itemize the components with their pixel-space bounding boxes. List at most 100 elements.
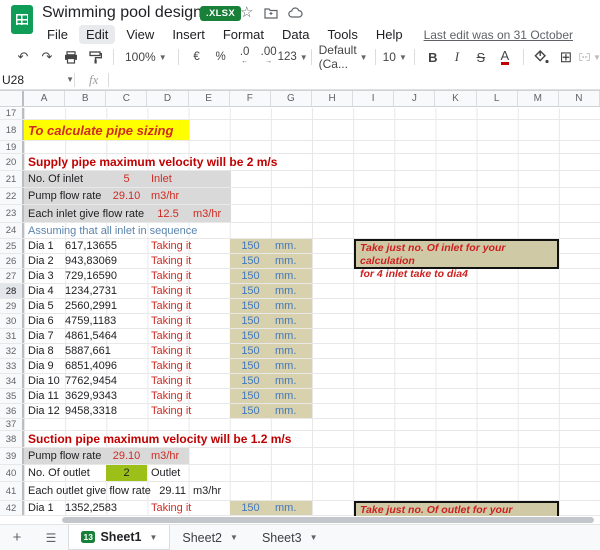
row-header-33[interactable]: 33 [0,359,24,373]
row-header-26[interactable]: 26 [0,254,24,268]
cell-dia-value[interactable]: 9458,3318 [65,404,147,418]
cell-pump2-label[interactable]: Pump flow rate [24,448,106,464]
row-header-38[interactable]: 38 [0,431,24,447]
cell-dia-value[interactable]: 6851,4096 [65,359,147,373]
cell-dia-label[interactable]: Dia 6 [24,314,65,328]
cell-each-outlet-label[interactable]: Each outlet give flow rate [24,482,147,500]
cell-dia-note[interactable]: Taking it [147,501,193,515]
sheet3-menu-icon[interactable]: ▼ [310,533,318,542]
cell-dia-size-range[interactable]: 150 mm. [230,314,312,328]
cell-dia-value[interactable]: 617,13655 [65,239,147,253]
text-color-button[interactable]: A [501,49,510,65]
row-header-22[interactable]: 22 [0,188,24,204]
cell-dia-unit[interactable]: mm. [271,404,312,418]
row-header-41[interactable]: 41 [0,482,24,500]
select-all-corner[interactable] [0,91,24,106]
cell-inlet-value[interactable]: 5 [106,171,147,187]
cell-outlet-value[interactable]: 2 [106,465,147,481]
cell-title-pipe-sizing[interactable]: To calculate pipe sizing [24,120,189,140]
cell-dia-size-range[interactable]: 150 mm. [230,344,312,358]
cell-dia-label[interactable]: Dia 1 [24,501,65,515]
cell-dia-size-range[interactable]: 150 mm. [230,254,312,268]
cell-dia-size[interactable]: 150 [230,314,271,328]
cell-dia-label[interactable]: Dia 11 [24,389,65,403]
tab-sheet3[interactable]: Sheet3 ▼ [250,525,330,550]
cell-dia-size-range[interactable]: 150 mm. [230,389,312,403]
cell-suction-header[interactable]: Suction pipe maximum velocity will be 1.… [24,431,291,447]
col-header-g[interactable]: G [271,91,312,106]
font-size-select[interactable]: 10▼ [383,50,407,64]
cell-dia-note[interactable]: Taking it [147,389,193,403]
row-header-35[interactable]: 35 [0,389,24,403]
row-header-32[interactable]: 32 [0,344,24,358]
cell-dia-label[interactable]: Dia 2 [24,254,65,268]
cell-dia-note[interactable]: Taking it [147,269,193,283]
cell-dia-note[interactable]: Taking it [147,239,193,253]
row-header-40[interactable]: 40 [0,465,24,481]
cell-dia-note[interactable]: Taking it [147,374,193,388]
all-sheets-icon[interactable]: ☰ [34,525,68,550]
print-icon[interactable] [60,46,82,68]
row-header-19[interactable]: 19 [0,141,24,153]
cell-dia-unit[interactable]: mm. [271,329,312,343]
cell-dia-size[interactable]: 150 [230,269,271,283]
cell-dia-unit[interactable]: mm. [271,299,312,313]
cell-dia-size-range[interactable]: 150 mm. [230,404,312,418]
cell-dia-size-range[interactable]: 150 mm. [230,501,312,515]
star-icon[interactable]: ☆ [240,4,253,22]
row-header-20[interactable]: 20 [0,154,24,170]
col-header-k[interactable]: K [435,91,476,106]
scrollbar-thumb[interactable] [62,517,594,523]
merge-cells-icon[interactable]: ▼ [579,46,600,68]
cell-dia-label[interactable]: Dia 9 [24,359,65,373]
cell-dia-size[interactable]: 150 [230,329,271,343]
cell-dia-value[interactable]: 7762,9454 [65,374,147,388]
undo-icon[interactable]: ↶ [12,46,34,68]
cell-dia-size-range[interactable]: 150 mm. [230,329,312,343]
cell-dia-size-range[interactable]: 150 mm. [230,374,312,388]
cell-dia-label[interactable]: Dia 12 [24,404,65,418]
menu-help[interactable]: Help [369,25,410,44]
cell-outlet-label[interactable]: No. Of outlet [24,465,106,481]
currency-format-icon[interactable]: € [186,46,208,68]
cell-dia-value[interactable]: 3629,9343 [65,389,147,403]
document-title[interactable]: Swimming pool design 2 [42,4,215,22]
cell-dia-note[interactable]: Taking it [147,299,193,313]
col-header-d[interactable]: D [147,91,188,106]
sheet2-menu-icon[interactable]: ▼ [230,533,238,542]
cell-dia-note[interactable]: Taking it [147,254,193,268]
decrease-decimal-icon[interactable]: .0← [234,46,256,68]
cell-dia-size[interactable]: 150 [230,404,271,418]
cell-supply-header[interactable]: Supply pipe maximum velocity will be 2 m… [24,154,277,170]
col-header-i[interactable]: I [353,91,394,106]
cell-dia-unit[interactable]: mm. [271,239,312,253]
cell-dia-value[interactable]: 4759,1183 [65,314,147,328]
fill-color-icon[interactable] [531,46,553,68]
cell-dia-size-range[interactable]: 150 mm. [230,299,312,313]
redo-icon[interactable]: ↷ [36,46,58,68]
cell-each-outlet-value[interactable]: 29.11 [147,482,189,500]
cell-dia-note[interactable]: Taking it [147,329,193,343]
row-header-34[interactable]: 34 [0,374,24,388]
row-header-27[interactable]: 27 [0,269,24,283]
font-select[interactable]: Default (Ca...▼ [319,43,368,71]
row-header-37[interactable]: 37 [0,419,24,430]
cell-dia-note[interactable]: Taking it [147,404,193,418]
cell-pump2-value[interactable]: 29.10 [106,448,147,464]
cell-outlet-unit[interactable]: Outlet [147,465,189,481]
cell-dia-note[interactable]: Taking it [147,284,193,298]
cell-inlet-label[interactable]: No. Of inlet [24,171,106,187]
row-header-21[interactable]: 21 [0,171,24,187]
tab-sheet2[interactable]: Sheet2 ▼ [170,525,250,550]
note-box-outlet[interactable]: Take just no. Of outlet for your calcula… [354,501,559,516]
row-header-42[interactable]: 42 [0,501,24,515]
row-header-23[interactable]: 23 [0,205,24,222]
col-header-n[interactable]: N [559,91,600,106]
col-header-b[interactable]: B [65,91,106,106]
zoom-select[interactable]: 100%▼ [121,50,171,64]
cell-dia-value[interactable]: 2560,2991 [65,299,147,313]
move-folder-icon[interactable] [264,6,278,24]
cell-each-inlet-value[interactable]: 12.5 [147,205,189,222]
cell-dia-unit[interactable]: mm. [271,344,312,358]
cell-dia-unit[interactable]: mm. [271,269,312,283]
